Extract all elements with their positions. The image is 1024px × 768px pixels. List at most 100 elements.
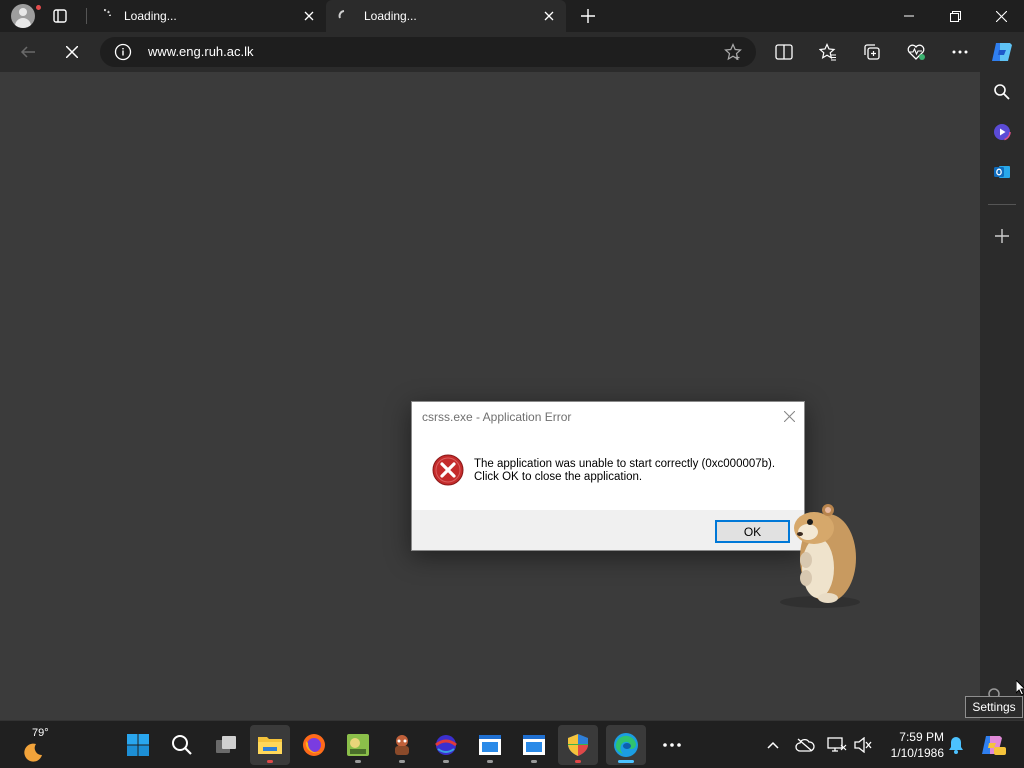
heart-pulse-icon [907, 44, 925, 60]
weather-widget[interactable]: 79° [20, 727, 60, 763]
taskbar-app-game[interactable] [338, 725, 378, 765]
task-view-icon [216, 736, 236, 753]
profile-button[interactable] [8, 0, 42, 32]
sidebar-divider [988, 204, 1016, 205]
folder-icon [258, 737, 282, 754]
network-disconnected-icon [827, 737, 847, 752]
dialog-message-line: Click OK to close the application. [474, 471, 643, 483]
restore-icon [949, 10, 961, 22]
taskbar-security[interactable] [558, 725, 598, 765]
sidebar-copilot-button[interactable] [986, 116, 1018, 148]
onedrive-tray-icon[interactable] [793, 733, 817, 757]
running-indicator [531, 760, 537, 763]
sidebar-search-button[interactable] [986, 76, 1018, 108]
settings-tooltip: Settings [965, 696, 1023, 718]
favorites-button[interactable] [812, 36, 844, 68]
copilot-taskbar-button[interactable] [978, 733, 1008, 757]
taskbar-overflow-button[interactable] [652, 725, 692, 765]
ellipsis-icon [952, 50, 968, 54]
loading-spinner-icon [103, 9, 111, 17]
window-close-button[interactable] [978, 0, 1024, 32]
tab-title: Loading... [364, 9, 417, 23]
dialog-message-line: The application was unable to start corr… [474, 458, 776, 470]
taskbar-app-window-2[interactable] [514, 725, 554, 765]
app-window-icon [479, 735, 501, 755]
volume-tray-icon[interactable] [851, 733, 875, 757]
tab-close-button[interactable] [298, 5, 320, 27]
running-indicator [618, 760, 634, 763]
clock-date: 1/10/1986 [890, 746, 944, 760]
back-button[interactable] [12, 36, 44, 68]
sidebar-add-button[interactable] [986, 220, 1018, 252]
application-error-dialog: csrss.exe - Application Error The applic… [411, 401, 805, 551]
taskbar-firefox[interactable] [294, 725, 334, 765]
browser-toolbar: www.eng.ruh.ac.lk [0, 32, 1024, 72]
volume-muted-icon [854, 737, 872, 753]
more-options-button[interactable] [944, 36, 976, 68]
shield-icon [568, 734, 588, 756]
url-text[interactable]: www.eng.ruh.ac.lk [148, 44, 254, 59]
favorites-icon [819, 43, 836, 61]
info-icon[interactable] [114, 43, 132, 61]
taskbar-search-button[interactable] [162, 725, 202, 765]
outlook-icon [994, 166, 1010, 178]
running-indicator [443, 760, 449, 763]
taskbar-app-globe[interactable] [426, 725, 466, 765]
start-button[interactable] [118, 725, 158, 765]
split-screen-button[interactable] [768, 36, 800, 68]
dialog-message: The application was unable to start corr… [474, 458, 794, 484]
page-content-area[interactable] [0, 72, 980, 720]
new-tab-button[interactable] [572, 0, 604, 32]
hamster-desktop-pet[interactable] [770, 498, 866, 610]
show-hidden-icons-button[interactable] [761, 733, 785, 757]
dialog-close-button[interactable] [780, 407, 798, 425]
taskbar-edge[interactable] [606, 725, 646, 765]
back-arrow-icon [20, 46, 35, 58]
cloud-offline-icon [795, 738, 815, 752]
loading-spinner-icon [338, 10, 345, 19]
windows-taskbar: 79° 7:59 PM 1/10/1986 [0, 720, 1024, 768]
moon-icon [24, 743, 42, 762]
notifications-button[interactable] [944, 733, 968, 757]
search-icon [172, 735, 192, 755]
stop-loading-button[interactable] [56, 36, 88, 68]
running-indicator [575, 760, 581, 763]
taskbar-app-window-1[interactable] [470, 725, 510, 765]
running-indicator [267, 760, 273, 763]
copilot-button[interactable] [986, 36, 1018, 68]
network-tray-icon[interactable] [825, 733, 849, 757]
close-icon [783, 410, 795, 422]
minimize-button[interactable] [886, 0, 932, 32]
favorite-star-icon[interactable] [724, 43, 742, 61]
split-screen-icon [775, 44, 793, 60]
tab-title: Loading... [124, 9, 177, 23]
plus-icon [581, 9, 595, 23]
restore-button[interactable] [932, 0, 978, 32]
globe-app-icon [435, 735, 457, 755]
clock-time: 7:59 PM [899, 730, 944, 744]
weather-temperature: 79° [32, 727, 49, 739]
plus-icon [995, 229, 1009, 243]
taskbar-file-explorer[interactable] [250, 725, 290, 765]
notification-dot [35, 4, 42, 11]
tab-loading-2[interactable]: Loading... [326, 0, 566, 32]
app-window-icon [523, 735, 545, 755]
tab-close-button[interactable] [538, 5, 560, 27]
game-app-icon [347, 734, 369, 756]
collections-button[interactable] [856, 36, 888, 68]
taskbar-app-character[interactable] [382, 725, 422, 765]
system-clock[interactable]: 7:59 PM 1/10/1986 [880, 729, 944, 761]
task-view-button[interactable] [206, 725, 246, 765]
mouse-cursor-icon [1016, 680, 1024, 696]
tab-actions-button[interactable] [44, 0, 76, 32]
sidebar-outlook-button[interactable] [986, 156, 1018, 188]
tab-loading-1[interactable]: Loading... [86, 0, 326, 32]
address-bar[interactable]: www.eng.ruh.ac.lk [100, 37, 756, 67]
dialog-footer: OK [412, 510, 804, 550]
bell-icon [949, 737, 963, 754]
collections-icon [864, 44, 880, 60]
close-icon [304, 11, 314, 21]
running-indicator [355, 760, 361, 763]
browser-essentials-button[interactable] [900, 36, 932, 68]
search-icon [994, 84, 1010, 100]
